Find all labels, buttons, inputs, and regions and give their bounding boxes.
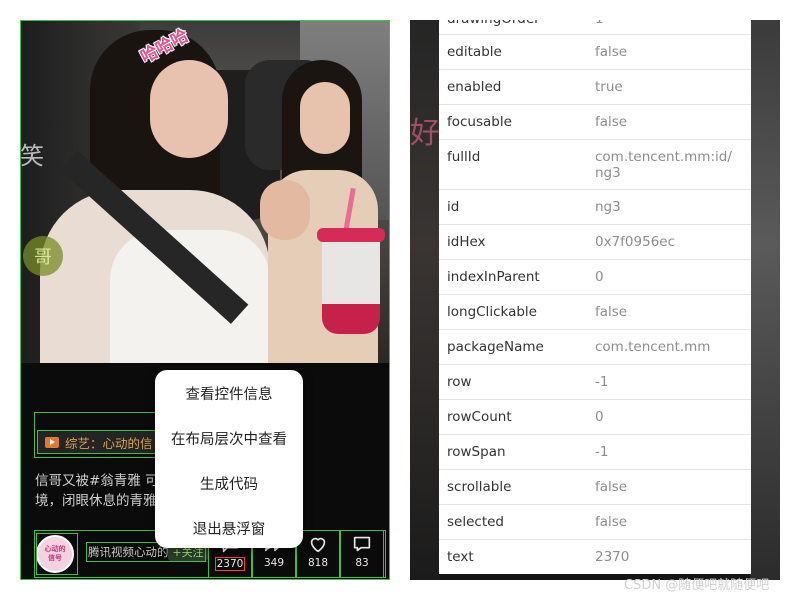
property-row: focusable false xyxy=(439,105,751,140)
floating-popup-menu: 查看控件信息 在布局层次中查看 生成代码 退出悬浮窗 xyxy=(155,370,303,548)
video-player[interactable] xyxy=(20,20,390,363)
property-row: enabled true xyxy=(439,70,751,105)
menu-view-in-layout-hierarchy[interactable]: 在布局层次中查看 xyxy=(155,428,303,449)
property-key: editable xyxy=(447,44,502,60)
show-tag[interactable]: 综艺：心动的信 xyxy=(37,430,161,454)
property-key: id xyxy=(447,199,460,215)
property-key: text xyxy=(447,549,474,565)
property-key: selected xyxy=(447,514,504,530)
property-value: true xyxy=(595,79,623,95)
reward-icon[interactable]: 哥 xyxy=(23,236,63,276)
property-value: 0 xyxy=(595,269,604,285)
heart-icon xyxy=(310,537,326,553)
message-button[interactable]: 83 xyxy=(342,533,382,577)
video-tag-icon xyxy=(45,436,59,448)
property-value: com.tencent.mm xyxy=(595,339,711,355)
property-value: ng3 xyxy=(595,199,621,215)
property-value: -1 xyxy=(595,444,609,460)
property-row: longClickable false xyxy=(439,295,751,330)
background-video-right xyxy=(750,20,780,580)
property-value: 0 xyxy=(595,409,604,425)
property-row: selected false xyxy=(439,505,751,540)
property-key: rowSpan xyxy=(447,444,506,460)
property-key: fullId xyxy=(447,149,481,165)
background-video-left xyxy=(410,20,440,580)
property-value: false xyxy=(595,114,628,130)
property-row: row -1 xyxy=(439,365,751,400)
property-row: editable false xyxy=(439,35,751,70)
person-left-hand xyxy=(260,180,310,240)
side-caption-char: 笑 xyxy=(20,142,44,170)
csdn-watermark: CSDN @随便吧就随便吧 xyxy=(624,578,770,593)
property-value: com.tencent.mm:id/ ng3 xyxy=(595,149,732,181)
show-tag-label: 综艺：心动的信 xyxy=(65,435,153,451)
property-value: false xyxy=(595,514,628,530)
comment-count: 2370 xyxy=(214,557,246,571)
menu-exit-floating-window[interactable]: 退出悬浮窗 xyxy=(155,518,303,539)
person-left-top xyxy=(110,230,270,363)
background-caption-char: 好 xyxy=(410,116,440,151)
property-value: false xyxy=(595,44,628,60)
property-key: enabled xyxy=(447,79,502,95)
person-right-face xyxy=(300,82,350,154)
property-key: row xyxy=(447,374,472,390)
property-key: packageName xyxy=(447,339,544,355)
property-row: drawingOrder 1 xyxy=(439,20,751,35)
widget-properties-panel[interactable]: drawingOrder 1 editable false enabled tr… xyxy=(439,20,751,574)
property-row: fullId com.tencent.mm:id/ ng3 xyxy=(439,140,751,190)
property-value: -1 xyxy=(595,374,609,390)
property-value: 1 xyxy=(595,20,604,27)
menu-view-widget-info[interactable]: 查看控件信息 xyxy=(155,383,303,404)
property-key: focusable xyxy=(447,114,512,130)
property-row: rowSpan -1 xyxy=(439,435,751,470)
property-key: drawingOrder xyxy=(447,20,540,27)
property-value: 2370 xyxy=(595,549,630,565)
property-row: rowCount 0 xyxy=(439,400,751,435)
menu-generate-code[interactable]: 生成代码 xyxy=(155,473,303,494)
account-name[interactable]: 腾讯视频心动的 xyxy=(88,544,169,560)
property-value: false xyxy=(595,479,628,495)
property-key: indexInParent xyxy=(447,269,540,285)
property-value: false xyxy=(595,304,628,320)
property-value: 0x7f0956ec xyxy=(595,234,676,250)
property-key: longClickable xyxy=(447,304,537,320)
person-left-face xyxy=(150,60,228,158)
message-icon xyxy=(353,536,371,552)
like-count: 818 xyxy=(307,557,329,569)
property-row: id ng3 xyxy=(439,190,751,225)
property-key: rowCount xyxy=(447,409,512,425)
property-key: scrollable xyxy=(447,479,512,495)
share-count: 349 xyxy=(263,557,285,569)
property-row: packageName com.tencent.mm xyxy=(439,330,751,365)
drink-cup xyxy=(322,234,380,334)
property-row: indexInParent 0 xyxy=(439,260,751,295)
avatar[interactable]: 心动的 信号 xyxy=(36,535,74,573)
message-count: 83 xyxy=(355,557,369,569)
property-row: idHex 0x7f0956ec xyxy=(439,225,751,260)
drink-cup-lid xyxy=(317,228,385,242)
property-key: idHex xyxy=(447,234,486,250)
property-row: scrollable false xyxy=(439,470,751,505)
like-button[interactable]: 818 xyxy=(298,533,338,577)
property-row: text 2370 xyxy=(439,540,751,574)
